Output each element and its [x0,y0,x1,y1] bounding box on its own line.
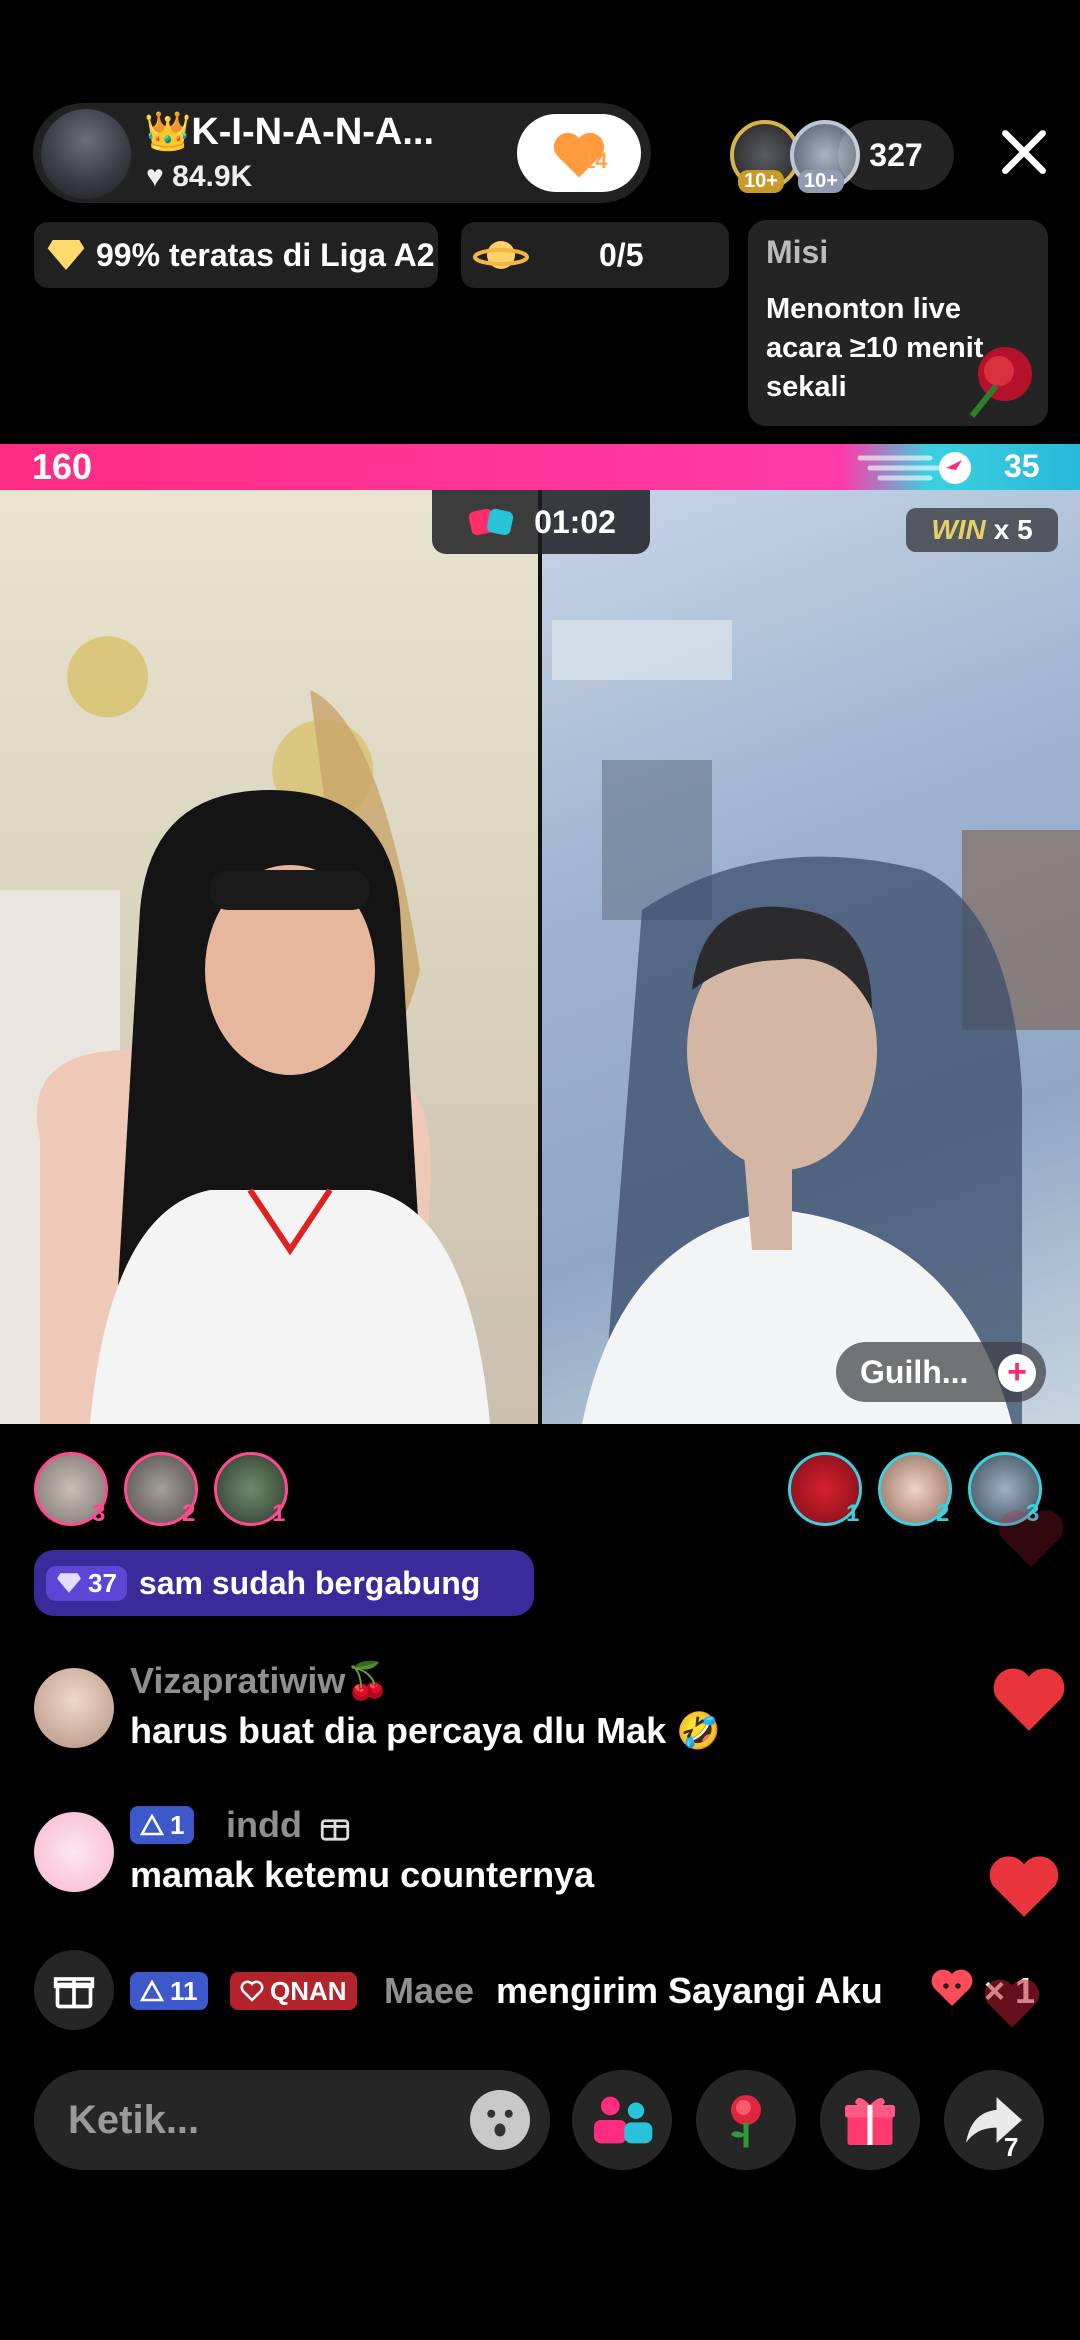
host-likes: ♥ 84.9K [146,160,252,194]
fan-club-badge: QNAN [230,1972,357,2010]
heart-gift-icon [931,1969,973,2006]
level-value: 1 [170,1809,185,1840]
battle-timer: 01:02 [432,490,650,554]
floating-heart-icon [989,1856,1059,1917]
mission-title: Misi [766,234,829,270]
diamond-icon [57,1573,81,1593]
host-video-figure [0,690,490,1424]
comment-text: mamak ketemu counternya [130,1854,595,1895]
people-icon [594,2096,653,2144]
gift-button[interactable] [820,2070,920,2170]
supporter-rank: 2 [182,1500,196,1527]
timer-text: 01:02 [534,503,616,540]
host-video-panel[interactable] [0,490,538,1424]
floating-heart-icon [993,1668,1065,1731]
mission-card[interactable]: Misi Menonton live acara ≥10 menit sekal… [748,220,1048,426]
league-chip[interactable]: 99% teratas di Liga A2 [34,222,438,288]
follow-button[interactable]: 14 [517,114,641,192]
add-icon[interactable]: + [998,1354,1036,1392]
score-right: 35 [1004,448,1040,484]
win-streak-tag: WIN x 5 [906,508,1058,552]
supporter-rank: 1 [846,1500,860,1527]
guest-video-figure [552,620,1080,1424]
emoji-icon[interactable] [470,2090,530,2150]
viewer-badge: 10+ [798,170,844,193]
gift-icon [320,1819,350,1841]
supporter-rank: 3 [92,1500,106,1527]
follow-count: 14 [583,148,608,173]
level-badge: 1 [130,1806,195,1844]
viewer-badge: 10+ [738,170,784,193]
host-likes-value: 84.9K [172,160,253,193]
join-banner: 37 sam sudah bergabung [34,1550,534,1616]
gift-text: mengirim Sayangi Aku [496,1970,883,2011]
league-text: 99% teratas di Liga A2 [96,236,435,273]
diamond-icon [47,240,85,270]
planet-icon [473,241,529,269]
floating-heart-icon [998,1510,1064,1568]
triangle-icon [140,1980,164,2002]
viewer-count[interactable]: 327 [838,120,954,190]
triangle-icon [140,1814,164,1836]
heart-icon: ♥ [146,160,164,193]
level-value: 37 [88,1567,117,1598]
comment-text: harus buat dia percaya dlu Mak 🤣 [130,1710,721,1751]
rose-icon [731,2095,761,2148]
share-count: 7 [1004,2132,1019,2162]
level-badge: 11 [130,1972,208,2010]
progress-text: 0/5 [599,236,644,273]
supporter-rank: 2 [936,1500,950,1527]
gift-message-icon-button[interactable] [34,1950,114,2030]
commenter-avatar[interactable] [34,1812,114,1892]
gift-box-icon [53,1977,95,2009]
join-text: sam sudah bergabung [138,1564,481,1601]
gifter-name[interactable]: Maee [384,1970,474,2012]
comment-placeholder: Ketik... [68,2098,200,2142]
commenter-name[interactable]: Vizapratiwiw🍒 [130,1660,390,1702]
score-left: 160 [32,446,93,487]
win-multiplier: x 5 [993,514,1033,545]
guests-button[interactable] [572,2070,672,2170]
level-badge: 37 [46,1565,127,1601]
battle-icon [468,508,514,536]
floating-heart-icon [984,1979,1040,2028]
gift-icon [845,2098,895,2145]
guest-name-pill[interactable]: Guilh... + [836,1342,1046,1402]
rose-icon [969,347,1032,418]
level-value: 11 [170,1975,198,2006]
planet-progress-chip[interactable]: 0/5 [461,222,729,288]
close-icon[interactable] [996,124,1052,180]
rose-gift-button[interactable] [696,2070,796,2170]
comet-icon [857,452,971,484]
comment-input[interactable]: Ketik... [34,2070,550,2170]
win-label: WIN [931,514,986,545]
guest-video-panel[interactable] [542,490,1080,1424]
commenter-name[interactable]: indd [226,1804,302,1846]
heart-icon [240,1980,264,2002]
fan-club-name: QNAN [270,1975,347,2006]
host-name: 👑K-I-N-A-N-A... [144,111,435,153]
host-avatar[interactable] [38,106,134,202]
share-button[interactable] [944,2070,1044,2170]
commenter-avatar[interactable] [34,1668,114,1748]
guest-name: Guilh... [860,1353,969,1390]
supporter-rank: 1 [272,1500,286,1527]
